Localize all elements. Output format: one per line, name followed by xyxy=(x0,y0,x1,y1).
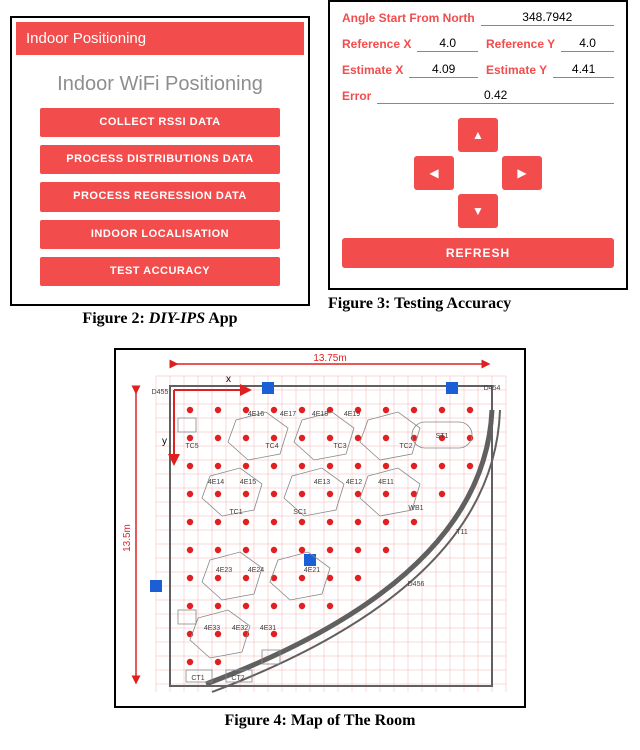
fig3-caption: Figure 3: Testing Accuracy xyxy=(328,294,628,315)
svg-text:TC3: TC3 xyxy=(333,443,346,450)
error-row: Error 0.42 xyxy=(342,88,614,104)
fig2-caption-suffix: App xyxy=(205,310,237,327)
svg-text:4E32: 4E32 xyxy=(232,625,248,632)
svg-text:4E15: 4E15 xyxy=(240,479,256,486)
fig2-app-screenshot: Indoor Positioning Indoor WiFi Positioni… xyxy=(10,16,310,306)
svg-text:4E19: 4E19 xyxy=(344,411,360,418)
fig2-app-subtitle: Indoor WiFi Positioning xyxy=(16,55,304,108)
svg-text:4E14: 4E14 xyxy=(208,479,224,486)
svg-text:4E18: 4E18 xyxy=(312,411,328,418)
dpad-left-button[interactable]: ◀ xyxy=(414,156,454,190)
paper-figure-composite: Indoor Positioning Indoor WiFi Positioni… xyxy=(0,0,640,750)
triangle-right-icon: ▶ xyxy=(517,166,526,180)
estx-label: Estimate X xyxy=(342,63,403,77)
fig2-caption-prefix: Figure 2: xyxy=(82,310,148,327)
indoor-localisation-button[interactable]: INDOOR LOCALISATION xyxy=(40,220,280,249)
estimate-row: Estimate X 4.09 Estimate Y 4.41 xyxy=(342,62,614,78)
svg-text:CT1: CT1 xyxy=(191,675,204,682)
reference-row: Reference X 4.0 Reference Y 4.0 xyxy=(342,36,614,52)
angle-row: Angle Start From North 348.7942 xyxy=(342,10,614,26)
refx-label: Reference X xyxy=(342,37,411,51)
svg-text:TC5: TC5 xyxy=(185,443,198,450)
refy-label: Reference Y xyxy=(486,37,555,51)
y-axis-label: y xyxy=(162,436,167,447)
test-accuracy-button[interactable]: TEST ACCURACY xyxy=(40,257,280,286)
x-axis-label: x xyxy=(226,374,231,385)
angle-label: Angle Start From North xyxy=(342,11,475,25)
esty-field[interactable]: 4.41 xyxy=(553,62,614,78)
fig2-app-header: Indoor Positioning xyxy=(16,22,304,55)
fig2-caption: Figure 2: DIY-IPS App xyxy=(10,310,310,328)
fig2-app-window: Indoor Positioning Indoor WiFi Positioni… xyxy=(16,22,304,300)
svg-text:D456: D456 xyxy=(408,581,425,588)
svg-text:CT2: CT2 xyxy=(231,675,244,682)
esty-label: Estimate Y xyxy=(486,63,547,77)
svg-text:SC1: SC1 xyxy=(293,509,307,516)
triangle-up-icon: ▲ xyxy=(472,128,484,142)
svg-text:4E33: 4E33 xyxy=(204,625,220,632)
estx-field[interactable]: 4.09 xyxy=(409,62,478,78)
refresh-button[interactable]: REFRESH xyxy=(342,238,614,268)
svg-text:4E16: 4E16 xyxy=(248,411,264,418)
svg-text:4E12: 4E12 xyxy=(346,479,362,486)
svg-text:D455: D455 xyxy=(152,389,169,396)
error-label: Error xyxy=(342,89,371,103)
triangle-left-icon: ◀ xyxy=(429,166,438,180)
svg-text:WB1: WB1 xyxy=(408,505,423,512)
process-distributions-button[interactable]: PROCESS DISTRIBUTIONS DATA xyxy=(40,145,280,174)
grid-background xyxy=(156,376,506,692)
svg-text:D454: D454 xyxy=(484,385,501,392)
dpad-down-button[interactable]: ▼ xyxy=(458,194,498,228)
refy-field[interactable]: 4.0 xyxy=(561,36,614,52)
dpad: ▲ ◀ ▶ ▼ xyxy=(414,118,542,228)
dpad-up-button[interactable]: ▲ xyxy=(458,118,498,152)
svg-text:4E31: 4E31 xyxy=(260,625,276,632)
room-map-svg: 13.75m 13.5m xyxy=(116,350,524,706)
svg-text:4E24: 4E24 xyxy=(248,567,264,574)
svg-text:4E13: 4E13 xyxy=(314,479,330,486)
angle-field[interactable]: 348.7942 xyxy=(481,10,614,26)
fig4-room-map: 13.75m 13.5m xyxy=(114,348,526,708)
svg-text:TC2: TC2 xyxy=(399,443,412,450)
svg-text:4E21: 4E21 xyxy=(304,567,320,574)
process-regression-button[interactable]: PROCESS REGRESSION DATA xyxy=(40,182,280,211)
svg-text:TC1: TC1 xyxy=(229,509,242,516)
svg-text:4E23: 4E23 xyxy=(216,567,232,574)
svg-text:4E17: 4E17 xyxy=(280,411,296,418)
width-dimension-label: 13.75m xyxy=(313,353,346,364)
svg-text:ST1: ST1 xyxy=(436,433,449,440)
triangle-down-icon: ▼ xyxy=(472,204,484,218)
fig3-app-screenshot: Angle Start From North 348.7942 Referenc… xyxy=(328,0,628,290)
collect-rssi-button[interactable]: COLLECT RSSI DATA xyxy=(40,108,280,137)
svg-text:T11: T11 xyxy=(456,529,468,536)
svg-text:4E11: 4E11 xyxy=(378,479,394,486)
fig4-caption: Figure 4: Map of The Room xyxy=(0,712,640,730)
fig2-button-list: COLLECT RSSI DATA PROCESS DISTRIBUTIONS … xyxy=(16,108,304,294)
refx-field[interactable]: 4.0 xyxy=(417,36,478,52)
dpad-right-button[interactable]: ▶ xyxy=(502,156,542,190)
error-field[interactable]: 0.42 xyxy=(377,88,614,104)
fig2-caption-app: DIY-IPS xyxy=(149,310,205,327)
height-dimension-label: 13.5m xyxy=(122,524,133,552)
svg-text:TC4: TC4 xyxy=(265,443,278,450)
